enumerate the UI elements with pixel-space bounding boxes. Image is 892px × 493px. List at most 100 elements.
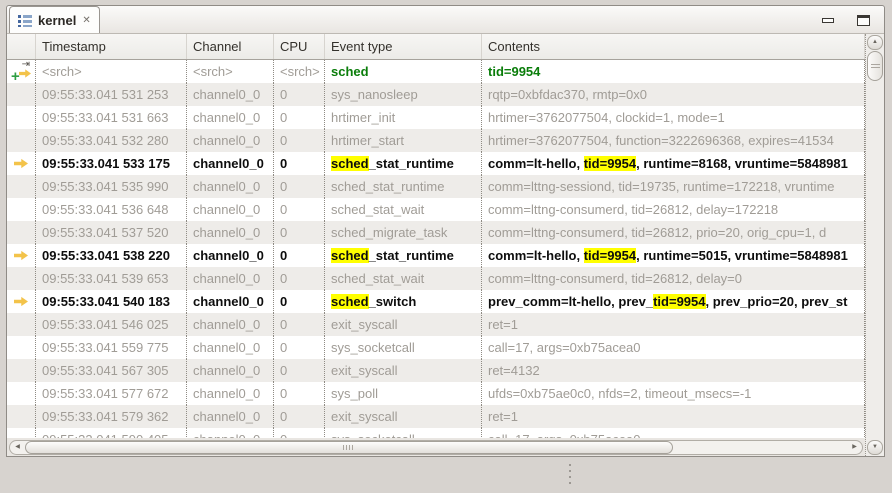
- sash-handle[interactable]: [569, 464, 571, 484]
- vertical-scrollbar[interactable]: [865, 34, 884, 456]
- events-view-panel: kernel Timestamp Channel CPU Event type …: [6, 5, 885, 457]
- cell-contents: comm=lt-hello, tid=9954, runtime=8168, v…: [482, 152, 865, 175]
- cell-cpu: 0: [274, 244, 325, 267]
- events-table-icon: [18, 13, 32, 27]
- cell-contents: hrtimer=3762077504, function=3222696368,…: [482, 129, 865, 152]
- cell-timestamp: 09:55:33.041 535 990: [36, 175, 187, 198]
- table-row[interactable]: 09:55:33.041 535 990channel0_00sched_sta…: [7, 175, 865, 198]
- cell-channel: channel0_0: [187, 336, 274, 359]
- table-row[interactable]: 09:55:33.041 567 305channel0_00exit_sysc…: [7, 359, 865, 382]
- cell-cpu: 0: [274, 106, 325, 129]
- table-row[interactable]: 09:55:33.041 546 025channel0_00exit_sysc…: [7, 313, 865, 336]
- match-marker-cell: [7, 290, 36, 313]
- scroll-left-arrow-icon[interactable]: [10, 441, 25, 454]
- table-row[interactable]: 09:55:33.041 590 405channel0_00sys_socke…: [7, 428, 865, 438]
- cell-cpu: 0: [274, 221, 325, 244]
- gutter-cell: [7, 359, 36, 382]
- cell-timestamp: 09:55:33.041 536 648: [36, 198, 187, 221]
- cell-event-type: exit_syscall: [325, 405, 482, 428]
- table-row[interactable]: 09:55:33.041 531 253channel0_00sys_nanos…: [7, 83, 865, 106]
- cell-channel: channel0_0: [187, 129, 274, 152]
- gutter-cell: [7, 405, 36, 428]
- column-header-event-type[interactable]: Event type: [325, 34, 482, 59]
- cell-contents: call=17, args=0xb75acea0: [482, 336, 865, 359]
- horizontal-scrollbar-track[interactable]: [9, 440, 863, 455]
- column-header-cpu[interactable]: CPU: [274, 34, 325, 59]
- table-row[interactable]: 09:55:33.041 577 672channel0_00sys_pollu…: [7, 382, 865, 405]
- cell-contents: prev_comm=lt-hello, prev_tid=9954, prev_…: [482, 290, 865, 313]
- column-header-channel[interactable]: Channel: [187, 34, 274, 59]
- scroll-down-arrow-icon[interactable]: [867, 440, 883, 455]
- search-event-type-field[interactable]: sched: [325, 60, 482, 83]
- scroll-up-arrow-icon[interactable]: [867, 35, 883, 50]
- search-arrow-icon: [19, 69, 31, 78]
- cell-event-type: sys_socketcall: [325, 428, 482, 438]
- cell-event-type: sched_stat_wait: [325, 198, 482, 221]
- maximize-icon[interactable]: [857, 15, 870, 26]
- column-header-contents[interactable]: Contents: [482, 34, 865, 59]
- cell-event-type: hrtimer_init: [325, 106, 482, 129]
- close-icon[interactable]: [82, 15, 90, 26]
- thumb-grip-icon: [343, 445, 354, 450]
- cell-channel: channel0_0: [187, 290, 274, 313]
- cell-event-type: sched_stat_runtime: [325, 175, 482, 198]
- match-arrow-icon: [14, 297, 28, 307]
- cell-contents: comm=lttng-consumerd, tid=26812, delay=1…: [482, 198, 865, 221]
- cell-event-type: sched_stat_runtime: [325, 152, 482, 175]
- cell-timestamp: 09:55:33.041 579 362: [36, 405, 187, 428]
- search-timestamp-field[interactable]: <srch>: [36, 60, 187, 83]
- horizontal-scrollbar[interactable]: [7, 438, 865, 456]
- search-contents-field[interactable]: tid=9954: [482, 60, 865, 83]
- table-row[interactable]: 09:55:33.041 532 280channel0_00hrtimer_s…: [7, 129, 865, 152]
- cell-cpu: 0: [274, 359, 325, 382]
- add-search-plus-icon: [11, 68, 20, 83]
- gutter-cell: [7, 382, 36, 405]
- cell-contents: hrtimer=3762077504, clockid=1, mode=1: [482, 106, 865, 129]
- tab-label: kernel: [38, 13, 76, 28]
- cell-timestamp: 09:55:33.041 537 520: [36, 221, 187, 244]
- cell-channel: channel0_0: [187, 359, 274, 382]
- search-row[interactable]: <srch> <srch> <srch> sched tid=9954: [7, 60, 865, 83]
- cell-channel: channel0_0: [187, 175, 274, 198]
- gutter-cell: [7, 106, 36, 129]
- cell-channel: channel0_0: [187, 313, 274, 336]
- horizontal-scrollbar-thumb[interactable]: [25, 441, 673, 454]
- vertical-scrollbar-thumb[interactable]: [867, 51, 883, 81]
- gutter-cell: [7, 267, 36, 290]
- cell-cpu: 0: [274, 267, 325, 290]
- cell-cpu: 0: [274, 382, 325, 405]
- cell-event-type: sys_socketcall: [325, 336, 482, 359]
- table-row[interactable]: 09:55:33.041 533 175channel0_00sched_sta…: [7, 152, 865, 175]
- cell-timestamp: 09:55:33.041 531 253: [36, 83, 187, 106]
- cell-cpu: 0: [274, 198, 325, 221]
- cell-cpu: 0: [274, 129, 325, 152]
- table-row[interactable]: 09:55:33.041 579 362channel0_00exit_sysc…: [7, 405, 865, 428]
- minimize-icon[interactable]: [822, 18, 834, 23]
- cell-contents: rqtp=0xbfdac370, rmtp=0x0: [482, 83, 865, 106]
- table-row[interactable]: 09:55:33.041 536 648channel0_00sched_sta…: [7, 198, 865, 221]
- search-channel-field[interactable]: <srch>: [187, 60, 274, 83]
- match-arrow-icon: [14, 159, 28, 169]
- table-row[interactable]: 09:55:33.041 531 663channel0_00hrtimer_i…: [7, 106, 865, 129]
- column-header-timestamp[interactable]: Timestamp: [36, 34, 187, 59]
- cell-contents: ufds=0xb75ae0c0, nfds=2, timeout_msecs=-…: [482, 382, 865, 405]
- table-row[interactable]: 09:55:33.041 540 183channel0_00sched_swi…: [7, 290, 865, 313]
- cell-channel: channel0_0: [187, 428, 274, 438]
- cell-cpu: 0: [274, 175, 325, 198]
- cell-timestamp: 09:55:33.041 559 775: [36, 336, 187, 359]
- table-row[interactable]: 09:55:33.041 559 775channel0_00sys_socke…: [7, 336, 865, 359]
- cell-timestamp: 09:55:33.041 532 280: [36, 129, 187, 152]
- cell-event-type: sched_stat_runtime: [325, 244, 482, 267]
- gutter-cell: [7, 336, 36, 359]
- table-row[interactable]: 09:55:33.041 539 653channel0_00sched_sta…: [7, 267, 865, 290]
- cell-timestamp: 09:55:33.041 531 663: [36, 106, 187, 129]
- cell-contents: ret=1: [482, 313, 865, 336]
- table-row[interactable]: 09:55:33.041 537 520channel0_00sched_mig…: [7, 221, 865, 244]
- table-row[interactable]: 09:55:33.041 538 220channel0_00sched_sta…: [7, 244, 865, 267]
- tab-kernel[interactable]: kernel: [9, 6, 100, 33]
- search-cpu-field[interactable]: <srch>: [274, 60, 325, 83]
- cell-contents: comm=lttng-consumerd, tid=26812, delay=0: [482, 267, 865, 290]
- gutter-cell: [7, 313, 36, 336]
- cell-event-type: sched_migrate_task: [325, 221, 482, 244]
- scroll-right-arrow-icon[interactable]: [847, 441, 862, 454]
